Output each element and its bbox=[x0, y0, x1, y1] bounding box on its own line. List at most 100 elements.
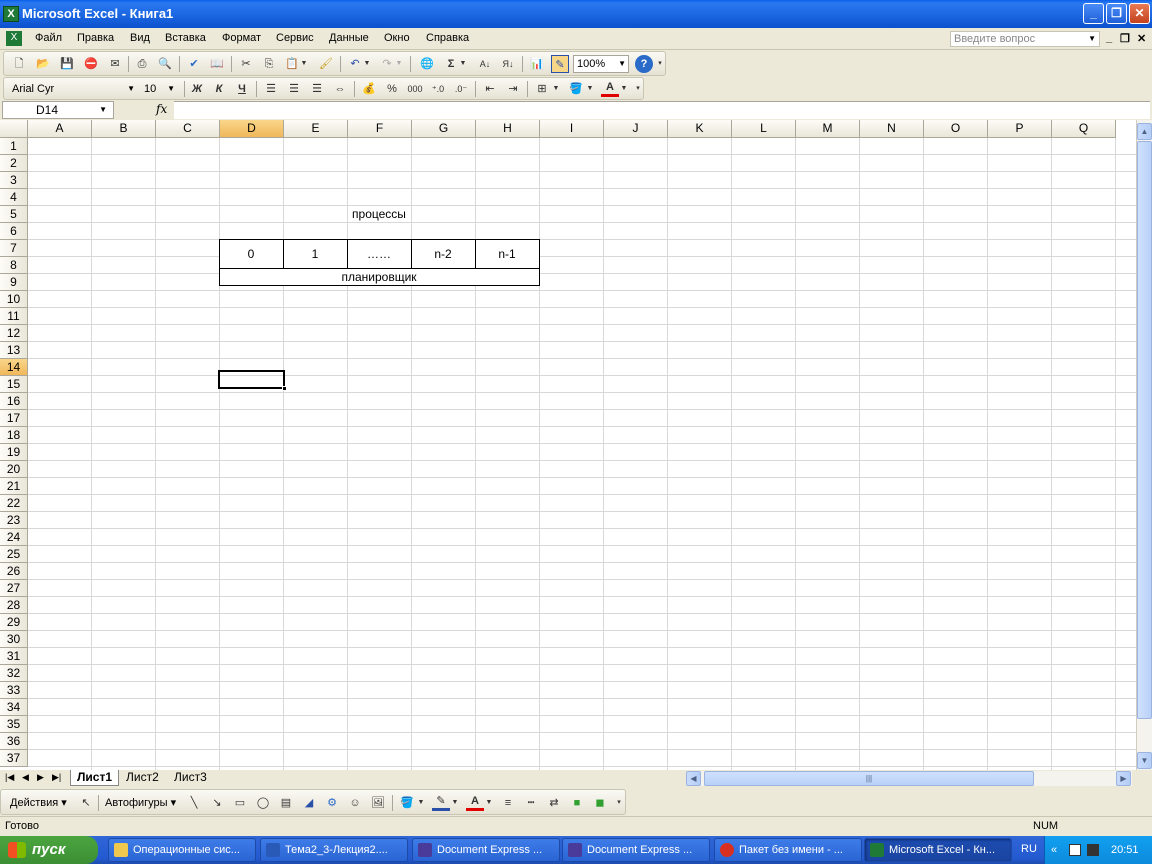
vertical-scrollbar[interactable]: ▲ ▼ bbox=[1136, 120, 1152, 770]
drawing-toggle-icon[interactable]: ✎ bbox=[551, 55, 569, 73]
hyperlink-icon[interactable]: 🌐 bbox=[418, 55, 436, 73]
line-color-icon[interactable]: ✎ bbox=[432, 794, 450, 811]
close-button[interactable]: ✕ bbox=[1129, 3, 1150, 24]
taskbar-item[interactable]: Document Express ... bbox=[412, 838, 560, 862]
chevron-down-icon[interactable]: ▼ bbox=[127, 81, 135, 97]
restore-button[interactable]: ❐ bbox=[1106, 3, 1127, 24]
autosum-dropdown-icon[interactable]: ▼ bbox=[458, 55, 468, 73]
cell-process-1[interactable]: 1 bbox=[283, 247, 347, 261]
row-header[interactable]: 11 bbox=[0, 308, 28, 325]
row-header[interactable]: 25 bbox=[0, 546, 28, 563]
sheet-tab-1[interactable]: Лист1 bbox=[70, 770, 120, 786]
align-right-icon[interactable]: ☰ bbox=[308, 80, 326, 98]
arrow-icon[interactable]: ↘ bbox=[208, 794, 226, 812]
permission-icon[interactable]: ⛔ bbox=[82, 55, 100, 73]
menu-tools[interactable]: Сервис bbox=[276, 32, 314, 44]
save-icon[interactable]: 💾 bbox=[58, 55, 76, 73]
row-header[interactable]: 10 bbox=[0, 291, 28, 308]
tray-app-icon[interactable] bbox=[1069, 844, 1081, 856]
prev-sheet-icon[interactable]: ◀ bbox=[22, 772, 29, 783]
print-preview-icon[interactable]: 🔍 bbox=[156, 55, 174, 73]
fill-color-dropdown-icon[interactable]: ▼ bbox=[585, 80, 595, 98]
horizontal-scrollbar[interactable]: ◀ ||| ▶ bbox=[686, 771, 1132, 786]
worksheet-grid[interactable]: ABCDEFGHIJKLMNOPQ 1 2 3 4 5 6 7 8 9 10 11 12 13 14 15 1… bbox=[0, 120, 1136, 770]
row-header[interactable]: 26 bbox=[0, 563, 28, 580]
column-header[interactable]: J bbox=[604, 120, 668, 138]
copy-icon[interactable]: ⎘ bbox=[260, 55, 278, 73]
font-color-icon[interactable]: A bbox=[601, 80, 619, 97]
column-header[interactable]: G bbox=[412, 120, 476, 138]
row-header[interactable]: 2 bbox=[0, 155, 28, 172]
scroll-down-icon[interactable]: ▼ bbox=[1137, 752, 1152, 769]
row-header[interactable]: 23 bbox=[0, 512, 28, 529]
decrease-indent-icon[interactable]: ⇤ bbox=[481, 80, 499, 98]
merge-center-icon[interactable]: ⇔ bbox=[331, 80, 349, 98]
clock[interactable]: 20:51 bbox=[1111, 836, 1139, 864]
sheet-tab-2[interactable]: Лист2 bbox=[120, 770, 165, 786]
row-header[interactable]: 33 bbox=[0, 682, 28, 699]
align-left-icon[interactable]: ☰ bbox=[262, 80, 280, 98]
row-header[interactable]: 32 bbox=[0, 665, 28, 682]
cell-process-n-1[interactable]: n-1 bbox=[475, 247, 539, 261]
row-header[interactable]: 8 bbox=[0, 257, 28, 274]
scroll-left-icon[interactable]: ◀ bbox=[686, 771, 701, 786]
name-box[interactable]: D14 ▼ bbox=[2, 101, 114, 119]
row-header[interactable]: 5 bbox=[0, 206, 28, 223]
autoshapes-menu[interactable]: Автофигуры ▾ bbox=[105, 796, 176, 809]
row-header[interactable]: 6 bbox=[0, 223, 28, 240]
italic-button[interactable]: К bbox=[210, 80, 228, 98]
rectangle-icon[interactable]: ▭ bbox=[231, 794, 249, 812]
excel-icon[interactable]: X bbox=[3, 6, 19, 22]
cell-process-ellipsis[interactable]: …… bbox=[347, 247, 411, 261]
decrease-decimal-icon[interactable]: .0⁻ bbox=[452, 80, 470, 98]
3d-style-icon[interactable]: ◼ bbox=[591, 794, 609, 812]
select-all-corner[interactable] bbox=[0, 120, 28, 138]
redo-dropdown-icon[interactable]: ▼ bbox=[394, 55, 404, 73]
menu-edit[interactable]: Правка bbox=[77, 32, 114, 44]
borders-dropdown-icon[interactable]: ▼ bbox=[551, 80, 561, 98]
tray-network-icon[interactable] bbox=[1087, 844, 1099, 856]
column-header[interactable]: O bbox=[924, 120, 988, 138]
clipart-icon[interactable]: ☺ bbox=[346, 794, 364, 812]
row-header[interactable]: 4 bbox=[0, 189, 28, 206]
line-style-icon[interactable]: ≡ bbox=[499, 794, 517, 812]
research-icon[interactable]: 📖 bbox=[208, 55, 226, 73]
column-header[interactable]: Q bbox=[1052, 120, 1116, 138]
percent-button[interactable]: % bbox=[383, 80, 401, 98]
email-icon[interactable]: ✉ bbox=[106, 55, 124, 73]
column-header[interactable]: A bbox=[28, 120, 92, 138]
spelling-icon[interactable]: ✔ bbox=[185, 55, 203, 73]
select-objects-icon[interactable]: ↖ bbox=[77, 794, 95, 812]
shadow-style-icon[interactable]: ■ bbox=[568, 794, 586, 812]
row-header[interactable]: 15 bbox=[0, 376, 28, 393]
row-header[interactable]: 16 bbox=[0, 393, 28, 410]
menu-data[interactable]: Данные bbox=[329, 32, 369, 44]
help-icon[interactable]: ? bbox=[635, 55, 653, 73]
row-header[interactable]: 35 bbox=[0, 716, 28, 733]
row-header[interactable]: 18 bbox=[0, 427, 28, 444]
taskbar-item[interactable]: Операционные сис... bbox=[108, 838, 256, 862]
menu-format[interactable]: Формат bbox=[222, 32, 261, 44]
sort-descending-icon[interactable]: Я↓ bbox=[499, 55, 517, 73]
language-indicator[interactable]: RU bbox=[1021, 843, 1037, 855]
toolbar-options-icon[interactable]: ▾ bbox=[615, 794, 623, 812]
chevron-down-icon[interactable]: ▼ bbox=[1088, 32, 1096, 46]
active-cell-cursor[interactable] bbox=[218, 370, 287, 391]
thousands-button[interactable]: 000 bbox=[406, 80, 424, 98]
row-header[interactable]: 13 bbox=[0, 342, 28, 359]
first-sheet-icon[interactable]: |◀ bbox=[5, 772, 14, 783]
sort-ascending-icon[interactable]: A↓ bbox=[476, 55, 494, 73]
doc-close-button[interactable]: ✕ bbox=[1137, 32, 1146, 45]
column-header[interactable]: B bbox=[92, 120, 156, 138]
row-header[interactable]: 21 bbox=[0, 478, 28, 495]
format-painter-icon[interactable]: 🖌 bbox=[317, 55, 335, 73]
taskbar-item[interactable]: Тема2_3-Лекция2.... bbox=[260, 838, 408, 862]
row-header[interactable]: 22 bbox=[0, 495, 28, 512]
column-header[interactable]: L bbox=[732, 120, 796, 138]
fill-dropdown-icon[interactable]: ▼ bbox=[416, 794, 426, 812]
font-size-combo[interactable]: 10 ▼ bbox=[140, 80, 178, 98]
horizontal-scroll-thumb[interactable]: ||| bbox=[704, 771, 1034, 786]
font-combo[interactable]: Arial Cyr ▼ bbox=[8, 80, 138, 98]
chart-wizard-icon[interactable]: 📊 bbox=[528, 55, 546, 73]
menu-insert[interactable]: Вставка bbox=[165, 32, 206, 44]
